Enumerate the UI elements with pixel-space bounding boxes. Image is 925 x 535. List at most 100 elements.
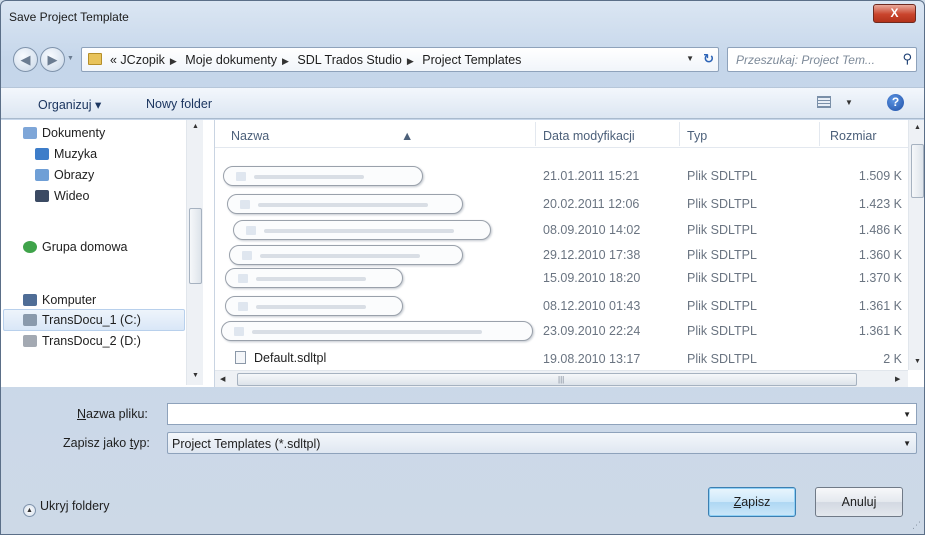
hide-folders-toggle[interactable]: ▲ Ukryj foldery: [23, 499, 109, 517]
address-bar[interactable]: « JCzopik ▶ Moje dokumenty ▶ SDL Trados St…: [81, 47, 719, 72]
column-date[interactable]: Data modyfikacji: [543, 129, 635, 143]
file-icon: [242, 251, 252, 260]
row-type: Plik SDLTPL: [687, 169, 757, 183]
row-type: Plik SDLTPL: [687, 271, 757, 285]
scroll-down-icon[interactable]: ▼: [192, 372, 199, 379]
navigation-pane: Dokumenty Muzyka Obrazy Wideo Grupa domo…: [1, 120, 215, 387]
scroll-down-icon[interactable]: ▼: [914, 358, 921, 365]
back-button[interactable]: ◀: [13, 47, 38, 72]
breadcrumb-moje-dokumenty[interactable]: Moje dokumenty: [185, 53, 277, 67]
redacted-filename: [229, 245, 463, 265]
redacted-filename: [223, 166, 423, 186]
savetype-dropdown-icon[interactable]: ▼: [903, 439, 911, 448]
nav-item-wideo[interactable]: Wideo: [35, 189, 89, 207]
search-input[interactable]: Przeszukaj: Project Tem... ⚲: [727, 47, 917, 72]
view-dropdown-icon[interactable]: ▼: [845, 98, 853, 107]
scroll-right-icon[interactable]: ▶: [895, 375, 900, 383]
column-size[interactable]: Rozmiar: [830, 129, 877, 143]
drive-icon: [23, 314, 37, 326]
breadcrumb-separator-icon[interactable]: ▶: [407, 56, 414, 66]
row-type: Plik SDLTPL: [687, 299, 757, 313]
refresh-icon[interactable]: ↻: [703, 51, 714, 67]
filename-input[interactable]: ▼: [167, 403, 917, 425]
row-type: Plik SDLTPL: [687, 324, 757, 338]
table-row[interactable]: 21.01.2011 15:21 Plik SDLTPL 1.509 K: [215, 165, 908, 186]
search-placeholder: Przeszukaj: Project Tem...: [736, 53, 875, 67]
savetype-value: Project Templates (*.sdltpl): [172, 437, 321, 451]
pictures-icon: [35, 169, 49, 181]
organize-button[interactable]: Organizuj ▾: [38, 97, 101, 112]
nav-item-grupa-domowa[interactable]: Grupa domowa: [23, 240, 127, 258]
sdltpl-file-icon: [235, 351, 246, 364]
row-date: 20.02.2011 12:06: [543, 197, 640, 211]
video-icon: [35, 190, 49, 202]
savetype-select[interactable]: Project Templates (*.sdltpl) ▼: [167, 432, 917, 454]
forward-button[interactable]: ▶: [40, 47, 65, 72]
filename-dropdown-icon[interactable]: ▼: [903, 410, 911, 419]
horizontal-scroll-thumb[interactable]: |||: [237, 373, 857, 386]
help-icon[interactable]: ?: [887, 94, 904, 111]
folder-icon: [88, 53, 102, 65]
table-row[interactable]: Default.sdltpl 19.08.2010 13:17 Plik SDL…: [215, 348, 908, 368]
nav-item-transdocu-1[interactable]: TransDocu_1 (C:): [23, 313, 141, 331]
nav-item-muzyka[interactable]: Muzyka: [35, 147, 97, 165]
vertical-scroll-thumb[interactable]: [911, 144, 924, 198]
breadcrumb-jczopik[interactable]: « JCzopik: [110, 53, 165, 67]
breadcrumb-project-templates[interactable]: Project Templates: [422, 53, 521, 67]
save-button[interactable]: Zapisz: [708, 487, 796, 517]
breadcrumb-sdl-trados-studio[interactable]: SDL Trados Studio: [297, 53, 401, 67]
column-divider[interactable]: [535, 122, 536, 146]
table-row[interactable]: 29.12.2010 17:38 Plik SDLTPL 1.360 K: [215, 244, 908, 265]
navpane-scroll-thumb[interactable]: [189, 208, 202, 284]
scroll-left-icon[interactable]: ◀: [220, 375, 225, 383]
row-type: Plik SDLTPL: [687, 248, 757, 262]
breadcrumb-separator-icon[interactable]: ▶: [282, 56, 289, 66]
row-type: Plik SDLTPL: [687, 223, 757, 237]
window-title: Save Project Template: [9, 10, 129, 24]
file-icon: [238, 302, 248, 311]
address-dropdown-icon[interactable]: ▼: [686, 54, 694, 63]
column-divider[interactable]: [679, 122, 680, 146]
file-icon: [238, 274, 248, 283]
table-row[interactable]: 23.09.2010 22:24 Plik SDLTPL 1.361 K: [215, 320, 908, 341]
homegroup-icon: [23, 241, 37, 253]
table-row[interactable]: 20.02.2011 12:06 Plik SDLTPL 1.423 K: [215, 193, 908, 214]
file-icon: [246, 226, 256, 235]
row-size: 1.361 K: [858, 299, 902, 313]
command-toolbar: Organizuj ▾ Nowy folder ▼ ?: [1, 87, 924, 119]
navpane-scrollbar[interactable]: ▲ ▼: [186, 120, 203, 385]
column-name[interactable]: Nazwa: [231, 129, 269, 143]
close-button[interactable]: X: [873, 4, 916, 23]
nav-item-dokumenty[interactable]: Dokumenty: [23, 126, 105, 144]
table-row[interactable]: 08.12.2010 01:43 Plik SDLTPL 1.361 K: [215, 295, 908, 316]
nav-item-transdocu-2[interactable]: TransDocu_2 (D:): [23, 334, 141, 352]
file-list: Nazwa ▲ Data modyfikacji Typ Rozmiar 21.…: [215, 120, 924, 387]
row-date: 19.08.2010 13:17: [543, 352, 641, 366]
new-folder-button[interactable]: Nowy folder: [146, 97, 212, 111]
column-type[interactable]: Typ: [687, 129, 707, 143]
filelist-vertical-scrollbar[interactable]: ▲ ▼: [908, 120, 924, 370]
row-name: Default.sdltpl: [235, 351, 326, 365]
row-size: 2 K: [883, 352, 902, 366]
cancel-button[interactable]: Anuluj: [815, 487, 903, 517]
address-row: ◀ ▶ ▼ « JCzopik ▶ Moje dokumenty ▶ SDL Tra…: [1, 45, 924, 75]
row-type: Plik SDLTPL: [687, 197, 757, 211]
nav-item-obrazy[interactable]: Obrazy: [35, 168, 94, 186]
filelist-horizontal-scrollbar[interactable]: ◀ ||| ▶: [215, 370, 908, 387]
search-icon[interactable]: ⚲: [902, 51, 912, 67]
row-date: 23.09.2010 22:24: [543, 324, 641, 338]
column-divider[interactable]: [819, 122, 820, 146]
row-date: 29.12.2010 17:38: [543, 248, 641, 262]
music-icon: [35, 148, 49, 160]
breadcrumb-separator-icon[interactable]: ▶: [170, 56, 177, 66]
sort-ascending-icon: ▲: [401, 129, 414, 143]
table-row[interactable]: 08.09.2010 14:02 Plik SDLTPL 1.486 K: [215, 219, 908, 240]
scroll-up-icon[interactable]: ▲: [192, 123, 199, 130]
recent-pages-dropdown-icon[interactable]: ▼: [67, 55, 74, 62]
view-options-icon[interactable]: [817, 96, 831, 108]
resize-grip-icon[interactable]: ⋰: [912, 520, 921, 531]
table-row[interactable]: 15.09.2010 18:20 Plik SDLTPL 1.370 K: [215, 267, 908, 288]
redacted-filename: [233, 220, 491, 240]
row-date: 21.01.2011 15:21: [543, 169, 640, 183]
scroll-up-icon[interactable]: ▲: [914, 124, 921, 131]
